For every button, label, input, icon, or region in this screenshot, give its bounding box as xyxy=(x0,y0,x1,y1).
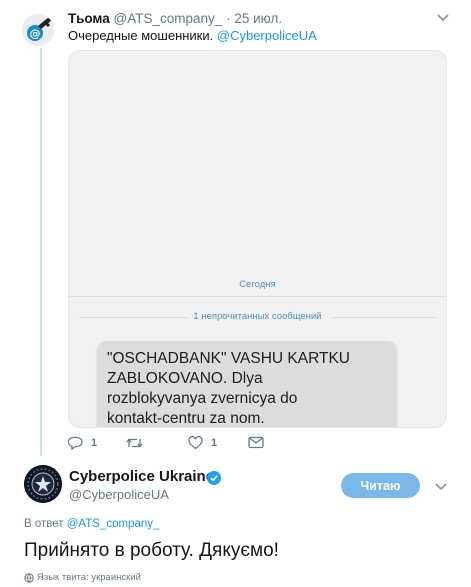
tweet-actions: 1 1 xyxy=(68,436,448,454)
like-button[interactable]: 1 xyxy=(188,436,217,450)
ats-logo-icon: @ xyxy=(22,14,54,46)
tweet-text: Прийнято в роботу. Дякуємо! xyxy=(24,540,279,561)
avatar[interactable] xyxy=(24,465,62,503)
direct-message-button[interactable] xyxy=(248,436,264,449)
svg-text:@: @ xyxy=(30,27,41,40)
tweet-date[interactable]: 25 июл. xyxy=(234,11,282,26)
chevron-down-icon[interactable] xyxy=(434,482,448,492)
cyberpolice-badge-icon xyxy=(24,465,62,503)
like-count: 1 xyxy=(211,437,218,449)
following-button[interactable]: Читаю xyxy=(341,473,420,498)
tweet-media-image[interactable]: Сегодня 1 непрочитанных сообщений "OSCHA… xyxy=(68,50,447,428)
author-name[interactable]: Тьома xyxy=(68,11,110,26)
header-separator: · xyxy=(226,11,231,26)
sms-message-text: "OSCHADBANK" VASHU KARTKU ZABLOKOVANO. D… xyxy=(107,350,350,427)
reply-to-line: В ответ @ATS_company_ xyxy=(24,518,159,530)
mention-link[interactable]: @CyberpoliceUA xyxy=(217,28,317,43)
divider xyxy=(69,296,446,297)
globe-icon xyxy=(24,572,34,583)
author-handle[interactable]: @CyberpoliceUA xyxy=(69,487,169,502)
sms-message-bubble: "OSCHADBANK" VASHU KARTKU ZABLOKOVANO. D… xyxy=(97,341,397,427)
verified-badge-icon xyxy=(207,471,221,485)
author-name[interactable]: Cyberpolice Ukraine xyxy=(69,468,214,485)
avatar[interactable]: @ xyxy=(22,14,54,46)
retweet-button[interactable] xyxy=(126,436,151,450)
tweet-language: Язык твита: украинский xyxy=(24,572,141,583)
language-label: Язык твита: украинский xyxy=(37,572,141,583)
tweet-text: Очередные мошенники. @CyberpoliceUA xyxy=(68,27,317,44)
reply-icon xyxy=(68,436,83,450)
reply-count: 1 xyxy=(91,437,98,449)
divider xyxy=(331,317,438,318)
tweet-body-text: Очередные мошенники. xyxy=(68,28,214,43)
tweet-header: Тьома @ATS_company_ · 25 июл. xyxy=(68,10,282,27)
reply-to-prefix: В ответ xyxy=(24,518,64,530)
author-handle[interactable]: @ATS_company_ xyxy=(114,11,223,26)
thread-connector-line xyxy=(40,48,42,456)
retweet-icon xyxy=(126,438,143,448)
reply-to-handle-link[interactable]: @ATS_company_ xyxy=(67,518,160,530)
heart-icon xyxy=(188,436,203,450)
sms-date-label: Сегодня xyxy=(239,279,276,290)
reply-button[interactable]: 1 xyxy=(68,436,97,450)
chevron-down-icon[interactable] xyxy=(436,13,450,23)
envelope-icon xyxy=(248,436,264,449)
